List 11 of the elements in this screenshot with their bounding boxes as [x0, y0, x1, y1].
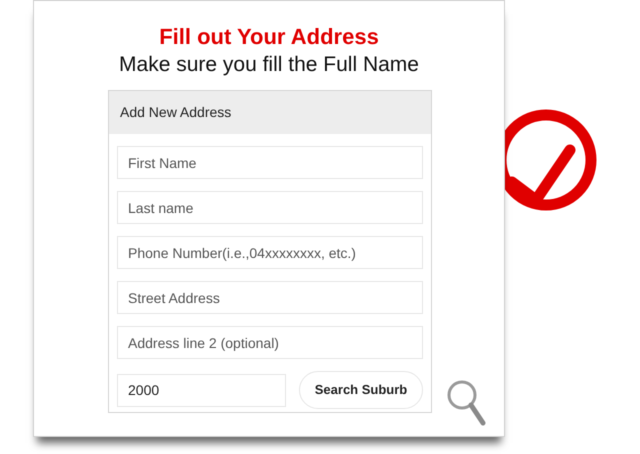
text-field[interactable]: Last name — [117, 191, 423, 224]
form-subtitle: Make sure you fill the Full Name — [119, 52, 419, 78]
search-icon — [446, 379, 486, 427]
text-field[interactable]: Address line 2 (optional) — [117, 326, 423, 359]
text-field[interactable]: Street Address — [117, 281, 423, 314]
postcode-field[interactable]: 2000 — [117, 374, 286, 406]
text-field[interactable]: Phone Number(i.e.,04xxxxxxxx, etc.) — [117, 236, 423, 269]
search-suburb-button[interactable]: Search Suburb — [299, 371, 423, 409]
text-field[interactable]: First Name — [117, 146, 423, 179]
form-title: Fill out Your Address — [159, 23, 379, 51]
panel-header: Add New Address — [109, 91, 431, 134]
